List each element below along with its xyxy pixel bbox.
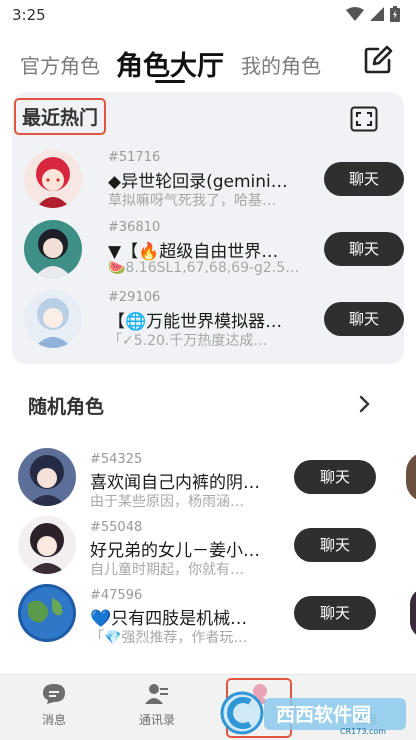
svg-text:CR173.com: CR173.com bbox=[340, 727, 386, 736]
chevron-right-icon[interactable] bbox=[358, 394, 372, 414]
chat-button[interactable]: 聊天 bbox=[324, 162, 404, 196]
character-name: 【🌐万能世界模拟器… bbox=[108, 312, 283, 332]
chat-button[interactable]: 聊天 bbox=[294, 460, 376, 494]
character-id: #36810 bbox=[108, 220, 161, 235]
avatar bbox=[18, 584, 76, 642]
nav-item-messages[interactable]: 消息 bbox=[34, 683, 74, 728]
character-desc: 「✓5.20.千万热度达成… bbox=[108, 333, 268, 349]
chat-button[interactable]: 聊天 bbox=[324, 232, 404, 266]
character-name: ▼【🔥超级自由世界… bbox=[108, 242, 279, 262]
character-desc: 🍉8.16SL1,67,68,69-g2.5… bbox=[108, 260, 300, 276]
list-item[interactable]: #47596 💙只有四肢是机械… 「💎强烈推荐，作者玩… 聊天 bbox=[18, 584, 416, 648]
nav-label: 消息 bbox=[41, 713, 66, 727]
tab-my-characters[interactable]: 我的角色 bbox=[241, 50, 321, 79]
avatar bbox=[18, 516, 76, 574]
chat-bubble-icon bbox=[43, 684, 65, 704]
random-characters-title: 随机角色 bbox=[28, 396, 105, 418]
chat-button[interactable]: 聊天 bbox=[294, 528, 376, 562]
top-tabs: 官方角色 角色大厅 我的角色 bbox=[0, 40, 416, 90]
watermark-logo: 西西软件园 CR173.com bbox=[220, 688, 410, 738]
chat-button[interactable]: 聊天 bbox=[324, 302, 404, 336]
recent-hot-card: 最近热门 #51716 ◆异世轮回录(gemini… 草拟嘛呀气死我了，哈基… … bbox=[12, 92, 404, 364]
character-name: 💙只有四肢是机械… bbox=[90, 609, 248, 629]
list-item[interactable]: #55048 好兄弟的女儿－姜小… 自儿童时期起，你就有… 聊天 bbox=[18, 516, 410, 580]
avatar bbox=[24, 290, 82, 348]
signal-icon bbox=[370, 7, 384, 21]
character-desc: 草拟嘛呀气死我了，哈基… bbox=[108, 193, 276, 209]
list-item[interactable]: #36810 ▼【🔥超级自由世界… 🍉8.16SL1,67,68,69-g2.5… bbox=[24, 220, 404, 284]
svg-text:西西软件园: 西西软件园 bbox=[276, 703, 371, 726]
tab-official-characters[interactable]: 官方角色 bbox=[20, 50, 100, 79]
avatar bbox=[24, 220, 82, 278]
character-id: #51716 bbox=[108, 150, 161, 165]
next-card-peek bbox=[406, 452, 416, 502]
status-bar: 3:25 bbox=[0, 0, 416, 30]
tab-character-hall[interactable]: 角色大厅 bbox=[116, 44, 224, 83]
status-time: 3:25 bbox=[12, 6, 46, 24]
contacts-icon bbox=[145, 684, 168, 704]
status-icons bbox=[346, 6, 400, 22]
character-desc: 由于某些原因，杨雨涵… bbox=[90, 494, 244, 510]
character-id: #54325 bbox=[90, 452, 143, 467]
edit-icon[interactable] bbox=[362, 44, 394, 76]
recent-hot-title: 最近热门 bbox=[22, 107, 99, 129]
character-id: #29106 bbox=[108, 290, 161, 305]
recent-hot-title-box: 最近热门 bbox=[14, 98, 107, 135]
tab-indicator bbox=[155, 80, 185, 83]
character-id: #47596 bbox=[90, 588, 143, 603]
list-item[interactable]: #51716 ◆异世轮回录(gemini… 草拟嘛呀气死我了，哈基… 聊天 bbox=[24, 150, 404, 214]
character-name: ◆异世轮回录(gemini… bbox=[108, 172, 288, 192]
expand-icon[interactable] bbox=[350, 106, 378, 132]
character-name: 喜欢闻自己内裤的阴… bbox=[90, 473, 260, 493]
character-name: 好兄弟的女儿－姜小… bbox=[90, 541, 260, 561]
character-id: #55048 bbox=[90, 520, 143, 535]
avatar bbox=[18, 448, 76, 506]
battery-icon bbox=[390, 6, 400, 22]
nav-item-contacts[interactable]: 通讯录 bbox=[132, 683, 182, 728]
chat-button[interactable]: 聊天 bbox=[294, 596, 376, 630]
avatar bbox=[24, 150, 82, 208]
list-item[interactable]: #54325 喜欢闻自己内裤的阴… 由于某些原因，杨雨涵… 聊天 bbox=[18, 448, 416, 512]
list-item[interactable]: #29106 【🌐万能世界模拟器… 「✓5.20.千万热度达成… 聊天 bbox=[24, 290, 404, 354]
character-desc: 「💎强烈推荐，作者玩… bbox=[90, 630, 248, 646]
nav-label: 通讯录 bbox=[138, 713, 175, 727]
character-desc: 自儿童时期起，你就有… bbox=[90, 562, 244, 578]
next-card-peek bbox=[410, 588, 416, 638]
wifi-icon bbox=[346, 7, 364, 21]
